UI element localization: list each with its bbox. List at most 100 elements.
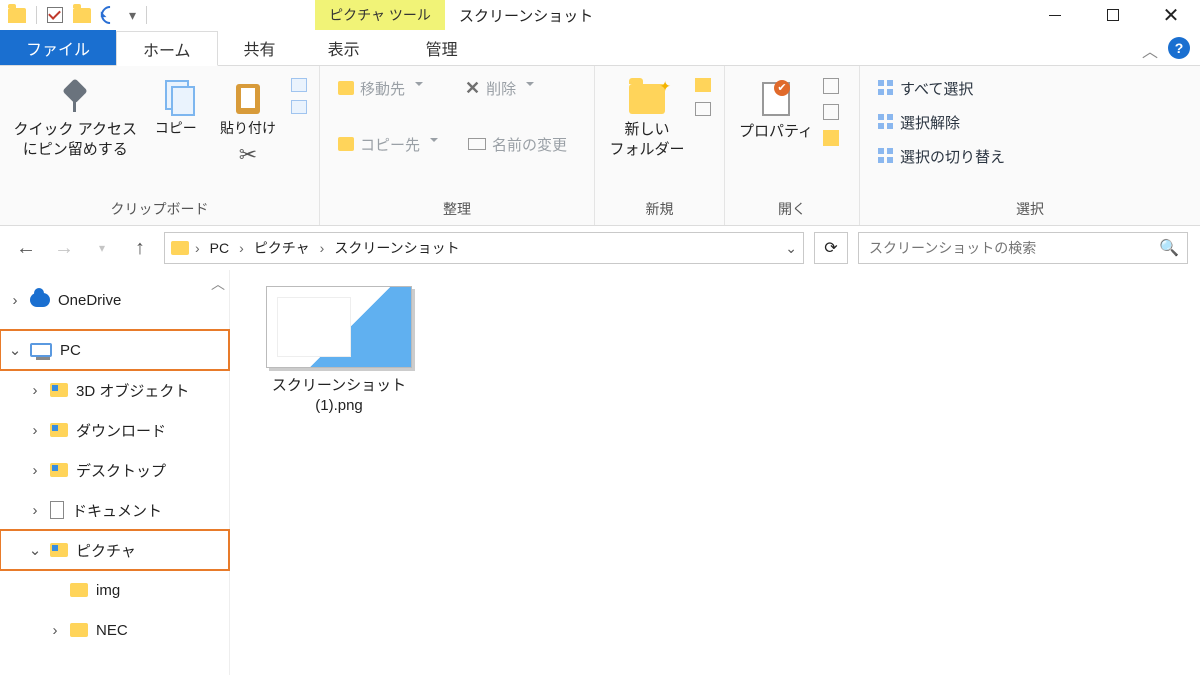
tree-item-documents[interactable]: ›ドキュメント <box>0 490 229 530</box>
invert-selection-icon <box>878 148 894 164</box>
rename-button[interactable]: 名前の変更 <box>462 130 573 158</box>
folder-icon <box>50 543 68 557</box>
new-item-icon[interactable] <box>695 78 711 92</box>
scroll-up-icon[interactable]: ︿ <box>211 274 225 294</box>
refresh-button[interactable]: ⟳ <box>814 232 848 264</box>
folder-icon <box>70 583 88 597</box>
back-button[interactable]: ← <box>12 234 40 262</box>
chevron-right-icon: › <box>28 382 42 399</box>
chevron-right-icon: › <box>48 622 62 639</box>
crumb-screenshots[interactable]: スクリーンショット <box>330 238 463 258</box>
tree-item-3d-objects[interactable]: › 3D オブジェクト <box>0 370 229 410</box>
recent-locations-button[interactable]: ▾ <box>88 234 116 262</box>
crumb-pc[interactable]: PC <box>206 240 233 256</box>
tree-label: ドキュメント <box>72 500 162 521</box>
tab-manage[interactable]: 管理 <box>400 30 484 65</box>
up-button[interactable]: ↑ <box>126 234 154 262</box>
ribbon-group-organize: 移動先 ✕削除 コピー先 名前の変更 整理 <box>320 66 595 225</box>
qat-dropdown-icon[interactable]: ▾ <box>129 7 136 24</box>
move-label: 移動先 <box>360 78 405 99</box>
invert-label: 選択の切り替え <box>900 146 1005 167</box>
tree-item-desktop[interactable]: ›デスクトップ <box>0 450 229 490</box>
select-none-button[interactable]: 選択解除 <box>872 108 966 136</box>
tab-file[interactable]: ファイル <box>0 30 116 65</box>
folder-icon <box>50 383 68 397</box>
forward-button[interactable]: → <box>50 234 78 262</box>
window-title: スクリーンショット <box>445 0 1026 30</box>
minimize-button[interactable] <box>1026 0 1084 30</box>
paste-label: 貼り付け <box>220 118 276 138</box>
search-icon[interactable]: 🔍 <box>1159 238 1179 258</box>
edit-icon[interactable] <box>823 104 839 120</box>
chevron-right-icon: › <box>318 240 327 256</box>
tree-item-img[interactable]: img <box>0 570 229 610</box>
copy-button[interactable]: コピー <box>147 74 205 138</box>
tree-item-pictures[interactable]: ⌄ピクチャ <box>0 530 229 570</box>
history-icon[interactable] <box>823 130 839 146</box>
select-all-icon <box>878 80 894 96</box>
folder-icon <box>70 623 88 637</box>
select-all-button[interactable]: すべて選択 <box>872 74 979 102</box>
tree-item-nec[interactable]: › NEC <box>0 610 229 650</box>
undo-icon[interactable] <box>97 2 122 27</box>
group-label-clipboard: クリップボード <box>0 195 319 225</box>
copy-icon <box>161 80 191 114</box>
collapse-ribbon-icon[interactable]: ︿ <box>1142 38 1158 65</box>
properties-label: プロパティ <box>739 122 813 142</box>
properties-button[interactable]: プロパティ <box>737 74 815 142</box>
chevron-right-icon: › <box>237 240 246 256</box>
address-bar[interactable]: › PC › ピクチャ › スクリーンショット ⌄ <box>164 232 804 264</box>
tree-item-pc[interactable]: ⌄PC <box>0 330 229 370</box>
copy-to-icon <box>338 137 354 151</box>
select-all-label: すべて選択 <box>900 78 973 99</box>
crumb-pictures[interactable]: ピクチャ <box>250 238 314 258</box>
address-dropdown-icon[interactable]: ⌄ <box>785 240 797 257</box>
help-button[interactable]: ? <box>1168 37 1190 59</box>
tree-item-onedrive[interactable]: › OneDrive <box>0 280 229 320</box>
title-bar: ▾ ピクチャ ツール スクリーンショット ✕ <box>0 0 1200 30</box>
tab-share[interactable]: 共有 <box>218 30 302 65</box>
file-list[interactable]: スクリーンショット (1).png <box>230 270 1200 675</box>
search-input[interactable] <box>867 239 1159 257</box>
file-name: スクリーンショット (1).png <box>254 376 424 417</box>
delete-button[interactable]: ✕削除 <box>459 74 540 102</box>
file-item[interactable]: スクリーンショット (1).png <box>254 286 424 417</box>
navigation-pane[interactable]: ︿ › OneDrive ⌄PC › 3D オブジェクト ›ダウンロード ›デスクト… <box>0 270 230 675</box>
move-to-button[interactable]: 移動先 <box>332 74 429 102</box>
copy-to-label: コピー先 <box>360 134 420 155</box>
tab-home[interactable]: ホーム <box>116 31 218 66</box>
close-button[interactable]: ✕ <box>1142 0 1200 30</box>
invert-selection-button[interactable]: 選択の切り替え <box>872 142 1011 170</box>
open-icon[interactable] <box>823 78 839 94</box>
pin-to-quick-access-button[interactable]: クイック アクセス にピン留めする <box>12 74 139 159</box>
chevron-right-icon: › <box>28 422 42 439</box>
tree-label: 3D オブジェクト <box>76 380 189 401</box>
select-none-label: 選択解除 <box>900 112 960 133</box>
chevron-down-icon: ⌄ <box>28 541 42 559</box>
cut-icon[interactable]: ✂ <box>239 142 257 168</box>
copy-path-icon[interactable] <box>291 78 307 92</box>
maximize-button[interactable] <box>1084 0 1142 30</box>
contextual-tools-tab[interactable]: ピクチャ ツール <box>315 0 445 30</box>
search-box[interactable]: 🔍 <box>858 232 1188 264</box>
chevron-right-icon: › <box>193 240 202 256</box>
document-icon <box>50 501 64 519</box>
new-folder-icon[interactable] <box>73 8 91 23</box>
ribbon: クイック アクセス にピン留めする コピー 貼り付け ✂ クリップボード 移動先… <box>0 66 1200 226</box>
cloud-icon <box>30 293 50 307</box>
tree-item-downloads[interactable]: ›ダウンロード <box>0 410 229 450</box>
chevron-right-icon: › <box>8 292 22 309</box>
easy-access-icon[interactable] <box>695 102 711 116</box>
select-none-icon <box>878 114 894 130</box>
close-icon: ✕ <box>1163 3 1180 28</box>
chevron-down-icon <box>526 82 534 90</box>
chevron-down-icon <box>415 82 423 90</box>
tree-label: NEC <box>96 622 128 639</box>
new-folder-button[interactable]: 新しい フォルダー <box>607 74 687 159</box>
tree-label: OneDrive <box>58 292 121 309</box>
paste-shortcut-icon[interactable] <box>291 100 307 114</box>
paste-button[interactable]: 貼り付け ✂ <box>213 74 283 168</box>
properties-icon[interactable] <box>47 7 63 23</box>
copy-to-button[interactable]: コピー先 <box>332 130 444 158</box>
tab-view[interactable]: 表示 <box>302 30 386 65</box>
